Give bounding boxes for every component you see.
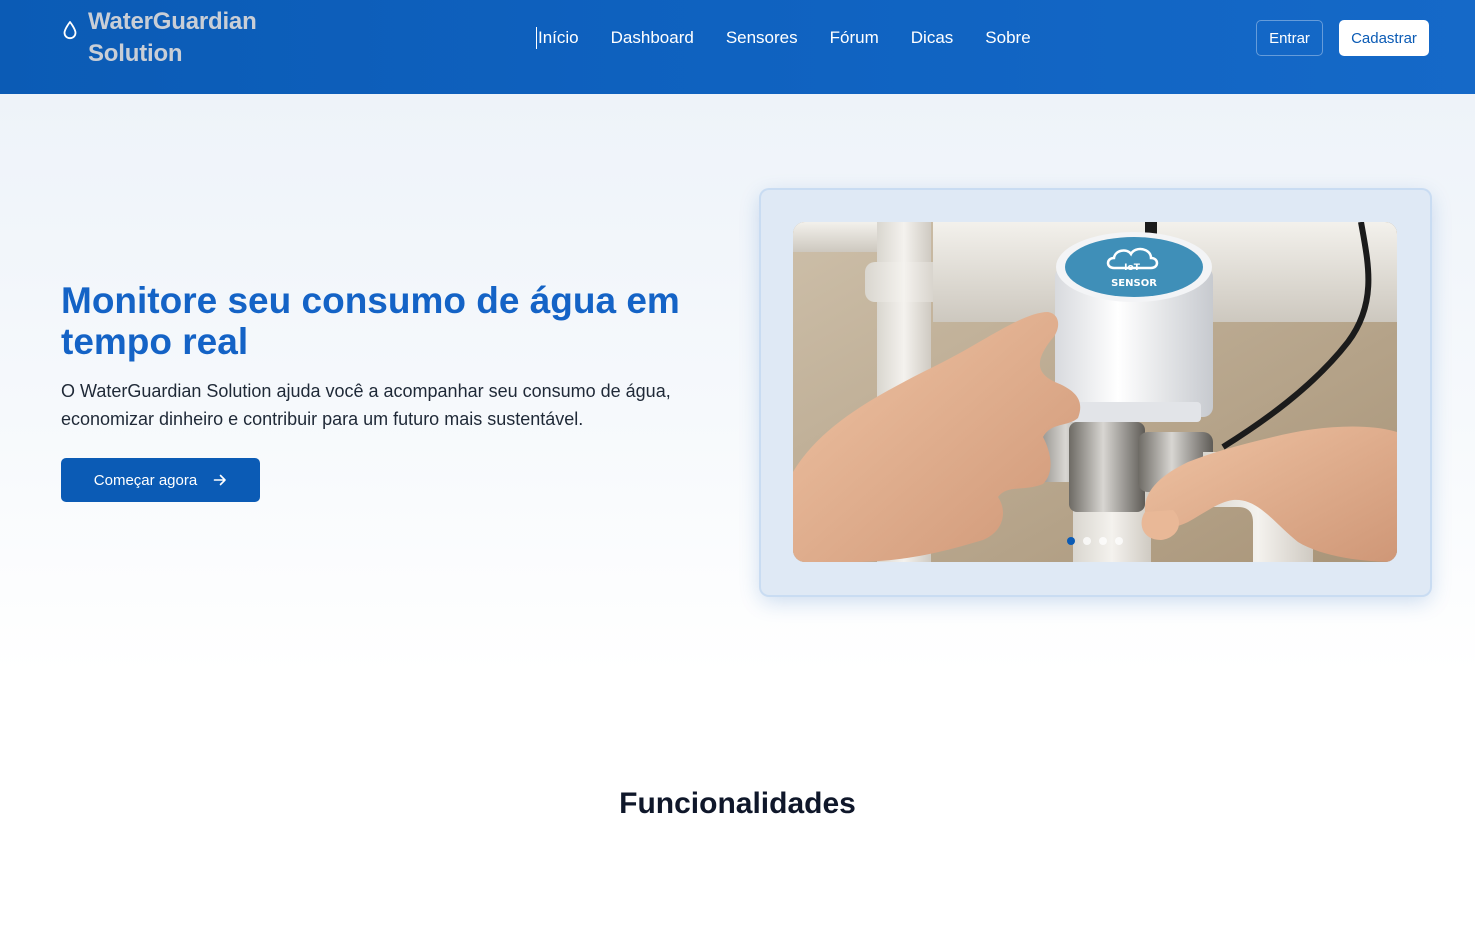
carousel-indicators [1067, 537, 1123, 545]
brand-name: WaterGuardian Solution [88, 8, 257, 67]
hero-description: O WaterGuardian Solution ajuda você a ac… [61, 381, 671, 429]
hero-section: Monitore seu consumo de água em tempo re… [0, 94, 1475, 674]
nav-link-forum[interactable]: Fórum [830, 27, 879, 49]
nav-link-sobre[interactable]: Sobre [985, 27, 1030, 49]
features-heading: Funcionalidades [619, 787, 856, 820]
get-started-label: Começar agora [93, 471, 198, 489]
signup-button[interactable]: Cadastrar [1339, 20, 1429, 56]
hero-title: Monitore seu consumo de água em tempo re… [61, 280, 680, 362]
nav-link-inicio[interactable]: Início [536, 27, 579, 49]
sensor-logo-text: IoT [1124, 263, 1141, 273]
carousel-dot-4[interactable] [1115, 537, 1123, 545]
arrow-right-icon [213, 474, 226, 486]
carousel-dot-3[interactable] [1099, 537, 1107, 545]
nav-link-sensores[interactable]: Sensores [726, 27, 798, 49]
carousel-dot-1[interactable] [1067, 537, 1075, 545]
image-carousel: SENSOR IoT [761, 190, 1430, 595]
nav-link-dicas[interactable]: Dicas [911, 27, 954, 49]
nav-link-dashboard[interactable]: Dashboard [611, 27, 694, 49]
top-navbar: WaterGuardian Solution Início Dashboard … [0, 0, 1475, 94]
sensor-label-text: SENSOR [1111, 278, 1157, 289]
carousel-dot-2[interactable] [1083, 537, 1091, 545]
carousel-slide-image: SENSOR IoT [793, 222, 1397, 562]
water-drop-icon [63, 21, 77, 40]
get-started-button[interactable]: Começar agora [61, 458, 260, 502]
main-nav: Início Dashboard Sensores Fórum Dicas So… [536, 27, 1031, 49]
login-button[interactable]: Entrar [1256, 20, 1323, 56]
